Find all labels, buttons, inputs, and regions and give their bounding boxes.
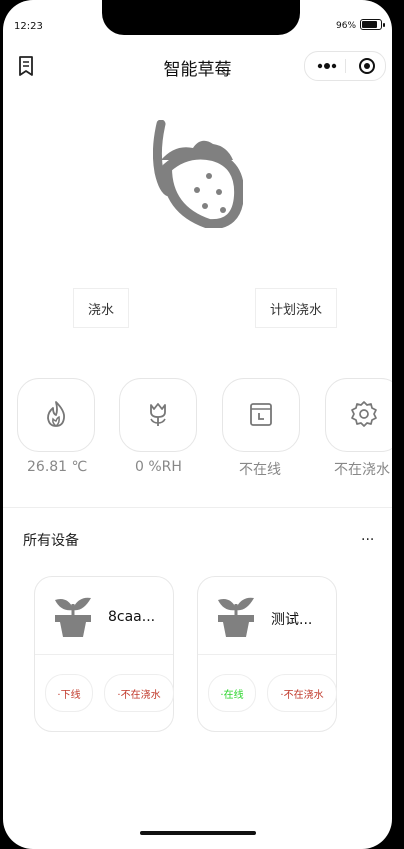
device-card[interactable]: 8caa... ·下线 ·不在浇水: [34, 576, 174, 732]
flame-icon: [47, 401, 65, 427]
temperature-value: 26.81 ℃: [27, 459, 88, 475]
phone-screen: 12:23 96% 智能草莓 浇水 计划浇水 26.81 ℃ 0 %RH 不在线…: [3, 0, 392, 849]
mini-program-capsule: [304, 51, 386, 81]
water-button[interactable]: 浇水: [73, 288, 129, 328]
device-online-status: ·在线: [208, 674, 256, 712]
notch: [102, 0, 300, 35]
device-name: 8caa...: [108, 609, 156, 625]
plan-water-button[interactable]: 计划浇水: [255, 288, 337, 328]
device-water-status: ·不在浇水: [267, 674, 337, 712]
device-water-status: ·不在浇水: [104, 674, 174, 712]
devices-more-button[interactable]: ...: [361, 528, 374, 544]
device-card[interactable]: 测试... ·在线 ·不在浇水: [197, 576, 337, 732]
strawberry-icon: [153, 120, 243, 228]
more-dots-icon[interactable]: [317, 61, 337, 71]
battery-icon: [360, 19, 385, 30]
devices-section-title: 所有设备: [23, 533, 79, 549]
plant-pot-icon: [218, 597, 254, 637]
device-online-status: ·下线: [45, 674, 93, 712]
target-icon[interactable]: [358, 57, 376, 75]
home-indicator: [140, 831, 256, 835]
device-name: 测试...: [271, 612, 313, 628]
online-status: 不在线: [239, 462, 281, 478]
gear-icon: [351, 401, 377, 427]
humidity-value: 0 %RH: [135, 459, 182, 475]
status-time: 12:23: [14, 21, 43, 32]
stats-row: 26.81 ℃ 0 %RH 不在线 不在浇水: [3, 378, 392, 488]
calendar-clock-icon: [250, 403, 272, 426]
plant-pot-icon: [55, 597, 91, 637]
divider: [3, 507, 392, 508]
watering-status: 不在浇水: [334, 462, 390, 478]
battery-percent: 96%: [336, 21, 357, 31]
flower-icon: [150, 403, 166, 426]
